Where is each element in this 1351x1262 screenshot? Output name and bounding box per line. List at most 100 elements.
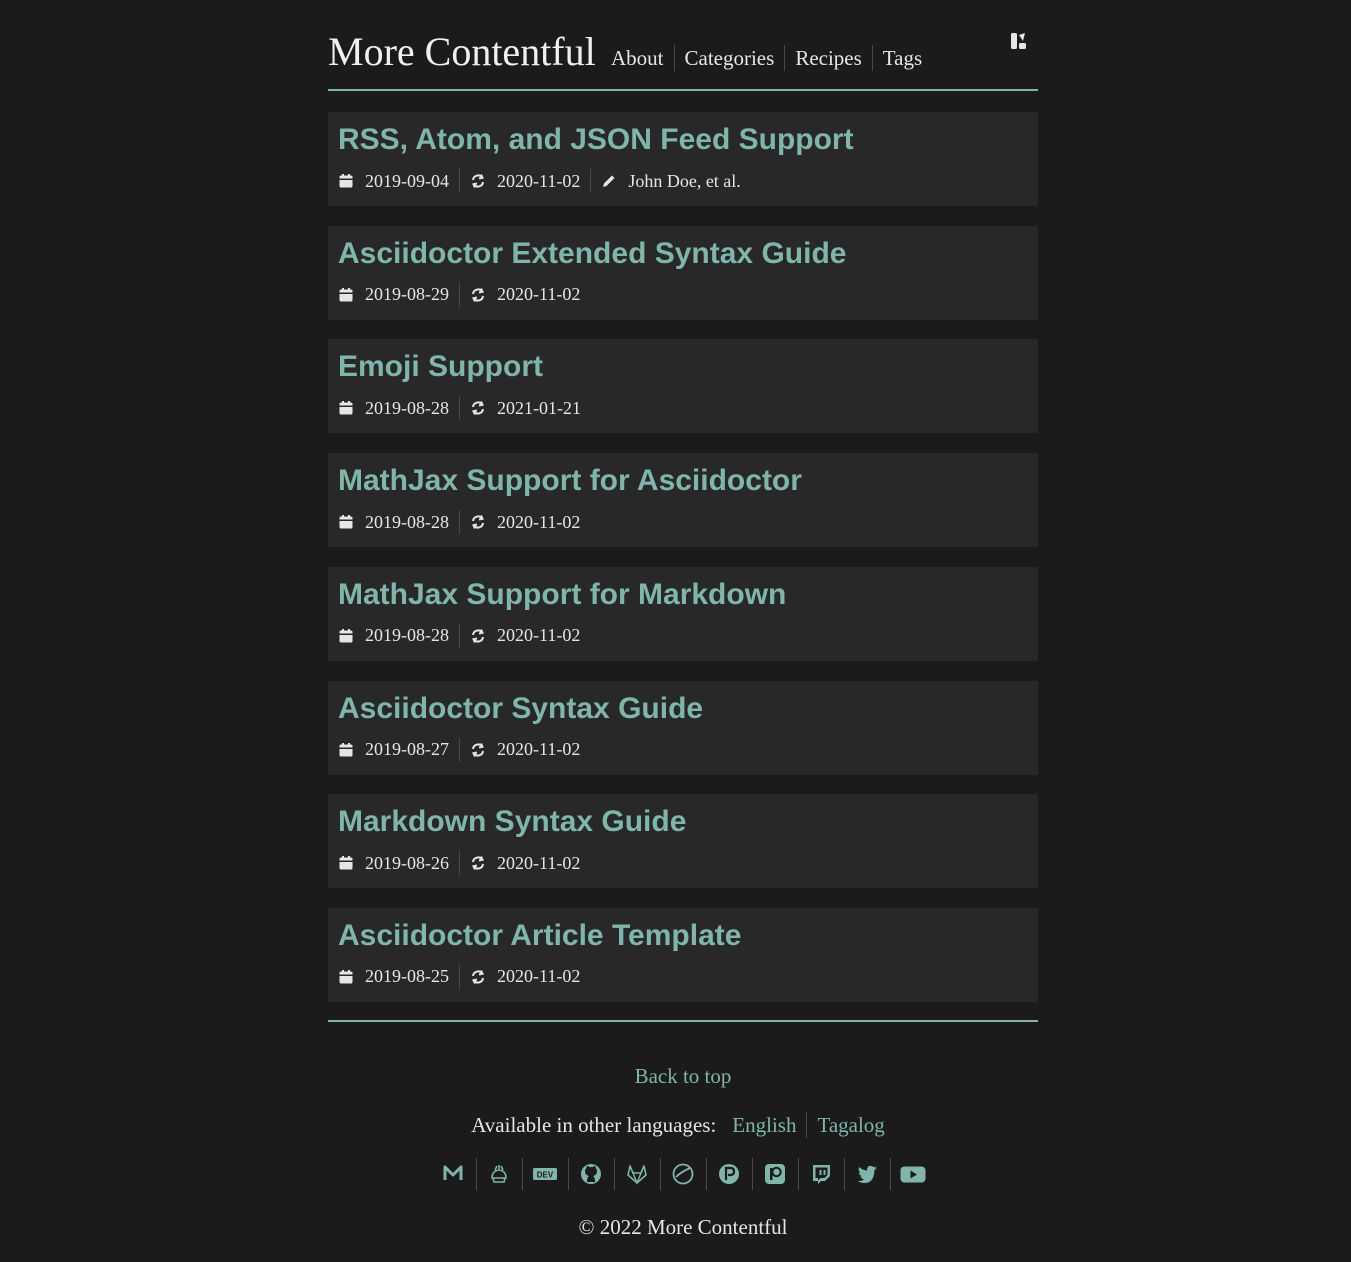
- published-date: 2019-08-28: [338, 624, 459, 648]
- updated-date: 2020-11-02: [459, 623, 590, 648]
- published-date: 2019-08-28: [338, 510, 459, 534]
- published-date-text: 2019-08-29: [365, 284, 449, 305]
- updated-date: 2020-11-02: [459, 851, 590, 876]
- updated-date-text: 2020-11-02: [497, 966, 581, 987]
- site-header: More Contentful About Categories Recipes…: [328, 0, 1038, 91]
- nav-tags[interactable]: Tags: [871, 45, 932, 71]
- post-title-link[interactable]: RSS, Atom, and JSON Feed Support: [338, 121, 854, 159]
- site-title[interactable]: More Contentful: [328, 28, 596, 76]
- calendar-icon: [338, 628, 365, 644]
- nav-recipes[interactable]: Recipes: [784, 45, 871, 71]
- post-meta: 2019-08-28 2020-11-02: [338, 623, 590, 648]
- post-meta: 2019-08-25 2020-11-02: [338, 964, 590, 989]
- paypal-icon[interactable]: [705, 1158, 752, 1190]
- post-title-link[interactable]: Asciidoctor Article Template: [338, 917, 741, 955]
- post-card: Markdown Syntax Guide 2019-08-26 2020-11-0…: [328, 794, 1038, 889]
- twitter-icon[interactable]: [843, 1158, 890, 1190]
- updated-date-text: 2020-11-02: [497, 511, 581, 532]
- calendar-icon: [338, 855, 365, 871]
- published-date-text: 2019-08-25: [365, 966, 449, 987]
- refresh-icon: [470, 969, 497, 985]
- back-to-top-link[interactable]: Back to top: [328, 1063, 1038, 1089]
- updated-date: 2020-11-02: [459, 282, 590, 307]
- youtube-icon[interactable]: [889, 1158, 936, 1190]
- post-meta: 2019-08-28 2020-11-02: [338, 510, 590, 535]
- updated-date-text: 2020-11-02: [497, 625, 581, 646]
- refresh-icon: [470, 400, 497, 416]
- published-date-text: 2019-08-27: [365, 739, 449, 759]
- calendar-icon: [338, 400, 365, 416]
- refresh-icon: [470, 855, 497, 871]
- pencil-icon: [601, 173, 628, 189]
- published-date-text: 2019-09-04: [365, 170, 449, 191]
- updated-date: 2020-11-02: [459, 169, 590, 193]
- nav-about[interactable]: About: [602, 45, 674, 71]
- updated-date-text: 2020-11-02: [497, 284, 581, 305]
- updated-date-text: 2020-11-02: [497, 739, 581, 759]
- post-title-link[interactable]: Markdown Syntax Guide: [338, 803, 686, 841]
- svg-text:DEV: DEV: [537, 1171, 554, 1180]
- post-meta: 2019-09-04 2020-11-02 John Doe, et al.: [338, 169, 751, 193]
- calendar-icon: [338, 287, 365, 303]
- kofi-icon[interactable]: [475, 1158, 522, 1190]
- liberapay-icon[interactable]: [659, 1158, 706, 1190]
- post-card: Emoji Support 2019-08-28 2021-01-21: [328, 339, 1038, 434]
- post-title-link[interactable]: Asciidoctor Syntax Guide: [338, 690, 703, 728]
- twitch-icon[interactable]: [797, 1158, 844, 1190]
- post-title-link[interactable]: Asciidoctor Extended Syntax Guide: [338, 235, 846, 273]
- updated-date-text: 2020-11-02: [497, 852, 581, 873]
- published-date-text: 2019-08-28: [365, 511, 449, 532]
- copyright: © 2022 More Contentful: [578, 1215, 788, 1239]
- post-title-link[interactable]: MathJax Support for Markdown: [338, 576, 786, 614]
- published-date: 2019-08-27: [338, 738, 459, 762]
- refresh-icon: [470, 173, 497, 189]
- theme-toggle-icon[interactable]: [1008, 30, 1030, 52]
- dev-icon[interactable]: DEV: [521, 1158, 568, 1190]
- post-card: Asciidoctor Article Template 2019-08-25 20…: [328, 907, 1038, 1002]
- footer-divider: [328, 1020, 1038, 1022]
- social-links: DEV: [328, 1158, 1038, 1190]
- calendar-icon: [338, 969, 365, 985]
- post-card: RSS, Atom, and JSON Feed Support 2019-09-…: [328, 112, 1038, 206]
- published-date: 2019-08-29: [338, 283, 459, 307]
- language-switcher: Available in other languages: English Ta…: [328, 1112, 1038, 1138]
- calendar-icon: [338, 173, 365, 189]
- published-date-text: 2019-08-26: [365, 852, 449, 873]
- languages-label: Available in other languages:: [471, 1113, 717, 1137]
- updated-date: 2020-11-02: [459, 964, 590, 989]
- published-date: 2019-08-26: [338, 851, 459, 875]
- patreon-icon[interactable]: [751, 1158, 798, 1190]
- updated-date-text: 2020-11-02: [497, 170, 581, 191]
- post-meta: 2019-08-27 2020-11-02: [338, 737, 590, 762]
- post-card: Asciidoctor Syntax Guide 2019-08-27 2020-1…: [328, 680, 1038, 775]
- refresh-icon: [470, 514, 497, 530]
- page-container: More Contentful About Categories Recipes…: [328, 0, 1038, 1239]
- published-date: 2019-09-04: [338, 169, 459, 193]
- language-tagalog[interactable]: Tagalog: [806, 1112, 894, 1138]
- refresh-icon: [470, 628, 497, 644]
- mastodon-icon[interactable]: [431, 1158, 476, 1190]
- post-meta: 2019-08-29 2020-11-02: [338, 282, 590, 307]
- published-date-text: 2019-08-28: [365, 625, 449, 646]
- github-icon[interactable]: [567, 1158, 614, 1190]
- post-card: MathJax Support for Markdown 2019-08-28 20…: [328, 566, 1038, 661]
- nav-categories[interactable]: Categories: [673, 45, 785, 71]
- published-date-text: 2019-08-28: [365, 397, 449, 418]
- post-author: John Doe, et al.: [590, 169, 750, 193]
- calendar-icon: [338, 514, 365, 530]
- post-title-link[interactable]: MathJax Support for Asciidoctor: [338, 462, 802, 500]
- refresh-icon: [470, 287, 497, 303]
- main-nav: About Categories Recipes Tags: [602, 45, 932, 71]
- refresh-icon: [470, 742, 497, 758]
- language-english[interactable]: English: [722, 1112, 806, 1138]
- post-author-text: John Doe, et al.: [628, 170, 741, 191]
- published-date: 2019-08-28: [338, 396, 459, 420]
- updated-date: 2021-01-21: [459, 396, 591, 421]
- updated-date: 2020-11-02: [459, 737, 590, 762]
- post-title-link[interactable]: Emoji Support: [338, 348, 543, 386]
- post-card: Asciidoctor Extended Syntax Guide 2019-08…: [328, 225, 1038, 320]
- gitlab-icon[interactable]: [613, 1158, 660, 1190]
- calendar-icon: [338, 742, 365, 758]
- post-meta: 2019-08-26 2020-11-02: [338, 851, 590, 876]
- post-meta: 2019-08-28 2021-01-21: [338, 396, 591, 421]
